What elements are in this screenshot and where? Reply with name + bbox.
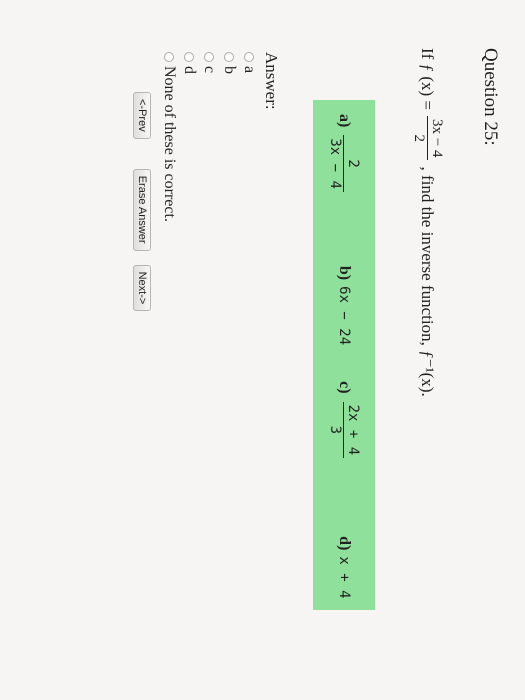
- option-d[interactable]: d: [179, 52, 199, 222]
- choice-c-label: c): [336, 381, 353, 394]
- stem-fraction: 3x − 4 2: [410, 115, 445, 161]
- stem-prefix: If ƒ (x) =: [418, 48, 438, 110]
- quiz-screen: Question 25: If ƒ (x) = 3x − 4 2 , find …: [0, 0, 525, 700]
- option-c-label: c: [201, 66, 218, 74]
- choice-c-numerator: 2x + 4: [344, 404, 361, 456]
- choice-c-fraction: 2x + 4 3: [327, 401, 361, 459]
- choice-a: a) 2 3x − 4: [327, 114, 361, 198]
- fraction-bar: [426, 115, 428, 161]
- answer-choices: a) 2 3x − 4 b) 6x − 24 c) 2x + 4 3 d) x …: [313, 100, 375, 610]
- answer-options: a b c d None of these is correct.: [159, 52, 259, 222]
- choice-c: c) 2x + 4 3: [327, 381, 361, 464]
- option-a[interactable]: a: [239, 52, 259, 222]
- question-stem: If ƒ (x) = 3x − 4 2 , find the inverse f…: [410, 48, 445, 397]
- choice-a-fraction: 2 3x − 4: [327, 135, 361, 192]
- choice-d-text: x + 4: [336, 556, 352, 599]
- radio-none[interactable]: [164, 52, 174, 62]
- choice-d-label: d): [336, 536, 353, 551]
- choice-d: d) x + 4: [335, 536, 353, 598]
- option-b-label: b: [221, 66, 238, 74]
- fraction-bar: [343, 135, 345, 192]
- option-c[interactable]: c: [199, 52, 219, 222]
- option-b[interactable]: b: [219, 52, 239, 222]
- choice-c-denominator: 3: [327, 425, 344, 435]
- stem-denominator: 2: [410, 134, 427, 142]
- answer-label: Answer:: [262, 52, 281, 110]
- choice-b-text: 6x − 24: [336, 286, 352, 346]
- question-title: Question 25:: [480, 48, 501, 146]
- choice-a-label: a): [336, 114, 353, 128]
- radio-d[interactable]: [184, 52, 194, 62]
- next-button[interactable]: Next->: [133, 264, 151, 312]
- radio-a[interactable]: [244, 52, 254, 62]
- stem-numerator: 3x − 4: [429, 118, 445, 158]
- option-none-label: None of these is correct.: [161, 66, 178, 222]
- option-none[interactable]: None of these is correct.: [159, 52, 179, 222]
- stem-suffix: , find the inverse function, ƒ⁻¹(x).: [418, 166, 438, 397]
- erase-answer-button[interactable]: Erase Answer: [133, 168, 151, 251]
- fraction-bar: [343, 401, 345, 459]
- choice-b: b) 6x − 24: [335, 266, 353, 345]
- radio-b[interactable]: [224, 52, 234, 62]
- prev-button[interactable]: <-Prev: [133, 92, 151, 139]
- choice-a-numerator: 2: [344, 159, 361, 168]
- radio-c[interactable]: [204, 52, 214, 62]
- choice-a-denominator: 3x − 4: [327, 138, 344, 189]
- option-d-label: d: [181, 66, 198, 74]
- nav-buttons: <-Prev Erase Answer Next->: [133, 92, 151, 312]
- option-a-label: a: [241, 66, 258, 74]
- choice-b-label: b): [336, 265, 353, 281]
